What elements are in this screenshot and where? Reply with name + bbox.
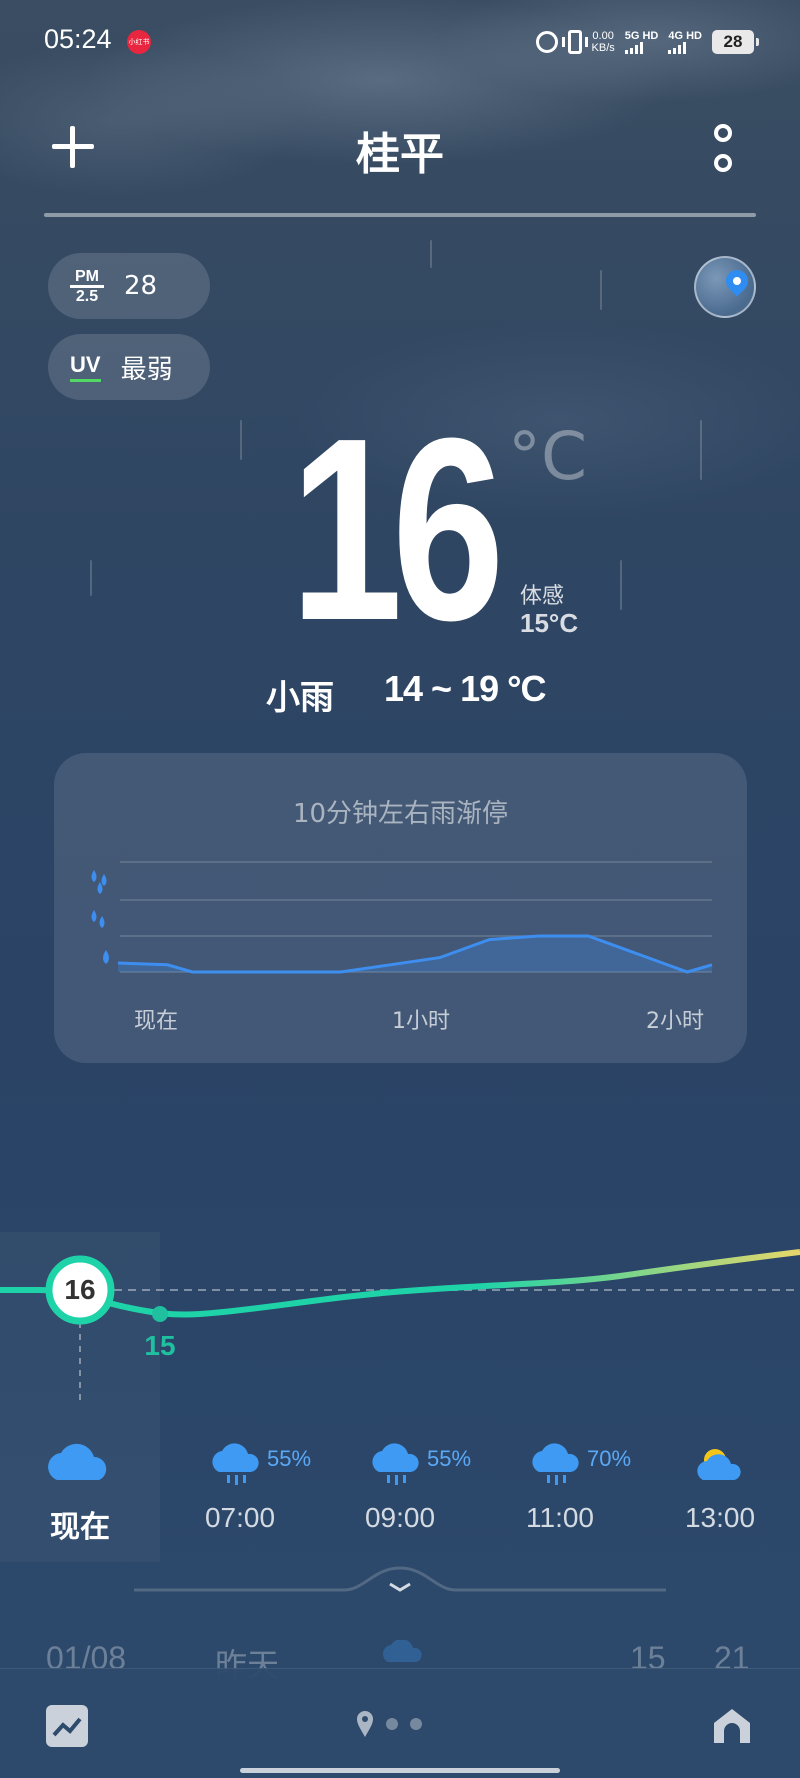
uv-pill[interactable]: UV 最弱 (48, 334, 210, 400)
precip-probability: 55% (267, 1446, 312, 1471)
next-temp-label: 15 (144, 1330, 176, 1361)
feels-like-value: 15°C (520, 608, 579, 638)
pm25-pill[interactable]: PM 2.5 28 (48, 253, 210, 319)
hour-time: 09:00 (364, 1502, 436, 1533)
next-temp-dot (152, 1306, 168, 1322)
uv-label: UV (70, 352, 101, 382)
signal-4g: 4G HD (668, 30, 702, 54)
network-type-1: 5G HD (624, 30, 659, 42)
hour-item-0900[interactable]: 55% 09:00 (335, 1440, 471, 1550)
current-temperature: 16 (290, 385, 505, 675)
rain-streak (700, 420, 702, 480)
rain-streak (90, 560, 92, 596)
rain-streak (240, 420, 242, 460)
map-button[interactable] (694, 256, 756, 318)
signal-5g: 5G HD (624, 30, 659, 54)
location-pin-icon (721, 265, 753, 297)
precip-probability: 70% (587, 1446, 632, 1471)
temperature-range: 14 ~ 19 °C (384, 668, 547, 709)
rain-chart (91, 861, 713, 974)
rain-x-label-1h: 1小时 (392, 1009, 450, 1034)
uv-value: 最弱 (120, 354, 173, 385)
battery-icon: 28 (712, 30, 759, 54)
chevron-down-icon (389, 1582, 411, 1592)
page-dot (410, 1718, 422, 1730)
status-indicators: 0.00 KB/s 5G HD 4G HD 28 (535, 26, 759, 58)
hour-item-1100[interactable]: 70% 11:00 (495, 1440, 631, 1550)
status-time: 05:24 (44, 24, 112, 54)
hour-time: 13:00 (684, 1502, 756, 1533)
add-city-button[interactable] (50, 124, 96, 170)
rain-x-label-now: 现在 (134, 1009, 179, 1034)
partly-sunny-icon (697, 1449, 741, 1480)
hour-item-now[interactable]: 现在 (15, 1440, 145, 1550)
now-temp-label: 16 (64, 1274, 96, 1305)
temperature-unit: °C (508, 418, 588, 495)
signal-bars-icon (624, 42, 659, 54)
pm25-value: 28 (124, 271, 158, 301)
location-icon (357, 1711, 373, 1737)
page-indicator[interactable] (356, 1710, 422, 1738)
light-rain-icon (103, 950, 109, 964)
rain-streak (430, 240, 432, 268)
cloud-icon (48, 1443, 107, 1480)
trend-chart-button[interactable] (46, 1705, 88, 1747)
heavy-rain-icon (91, 870, 107, 894)
vibrate-icon (561, 30, 588, 54)
signal-bars-icon (668, 42, 702, 54)
hour-time: 现在 (50, 1511, 110, 1544)
pm25-label: PM 2.5 (70, 267, 104, 305)
hourly-temperature-curve (0, 1249, 800, 1402)
rain-forecast-title: 10分钟左右雨渐停 (292, 799, 509, 829)
notification-app-icon: 小红书 (127, 30, 151, 54)
rain-area (118, 936, 712, 972)
home-button[interactable] (710, 1703, 754, 1747)
home-indicator (240, 1768, 560, 1773)
trend-icon (52, 1717, 82, 1737)
more-dot-icon (714, 154, 732, 172)
pm-label-bottom: 2.5 (75, 287, 99, 305)
weather-condition: 小雨 (266, 678, 334, 718)
expand-daily-handle[interactable] (134, 1560, 666, 1600)
more-options-button[interactable] (712, 124, 734, 172)
city-title: 桂平 (356, 129, 444, 180)
feels-like-label: 体感 (520, 584, 565, 609)
more-dot-icon (714, 124, 732, 142)
hour-item-1300[interactable]: 13:00 (655, 1440, 785, 1550)
precip-probability: 55% (427, 1446, 472, 1471)
hour-item-0700[interactable]: 55% 07:00 (175, 1440, 311, 1550)
network-speed: 0.00 KB/s (592, 30, 615, 54)
network-speed-unit: KB/s (591, 42, 615, 54)
hour-time: 11:00 (526, 1502, 594, 1533)
hour-time: 07:00 (204, 1502, 276, 1533)
pm-label-top: PM (75, 267, 99, 285)
moderate-rain-icon (91, 910, 105, 928)
temperature-line (0, 1249, 800, 1318)
network-speed-value: 0.00 (592, 30, 614, 42)
network-type-2: 4G HD (668, 30, 702, 42)
cloud-icon (383, 1640, 422, 1662)
rain-streak (620, 560, 622, 610)
header-divider (44, 213, 756, 217)
rain-streak (600, 270, 602, 310)
page-dot (386, 1718, 398, 1730)
alarm-icon (535, 31, 558, 53)
rain-x-label-2h: 2小时 (646, 1009, 704, 1034)
